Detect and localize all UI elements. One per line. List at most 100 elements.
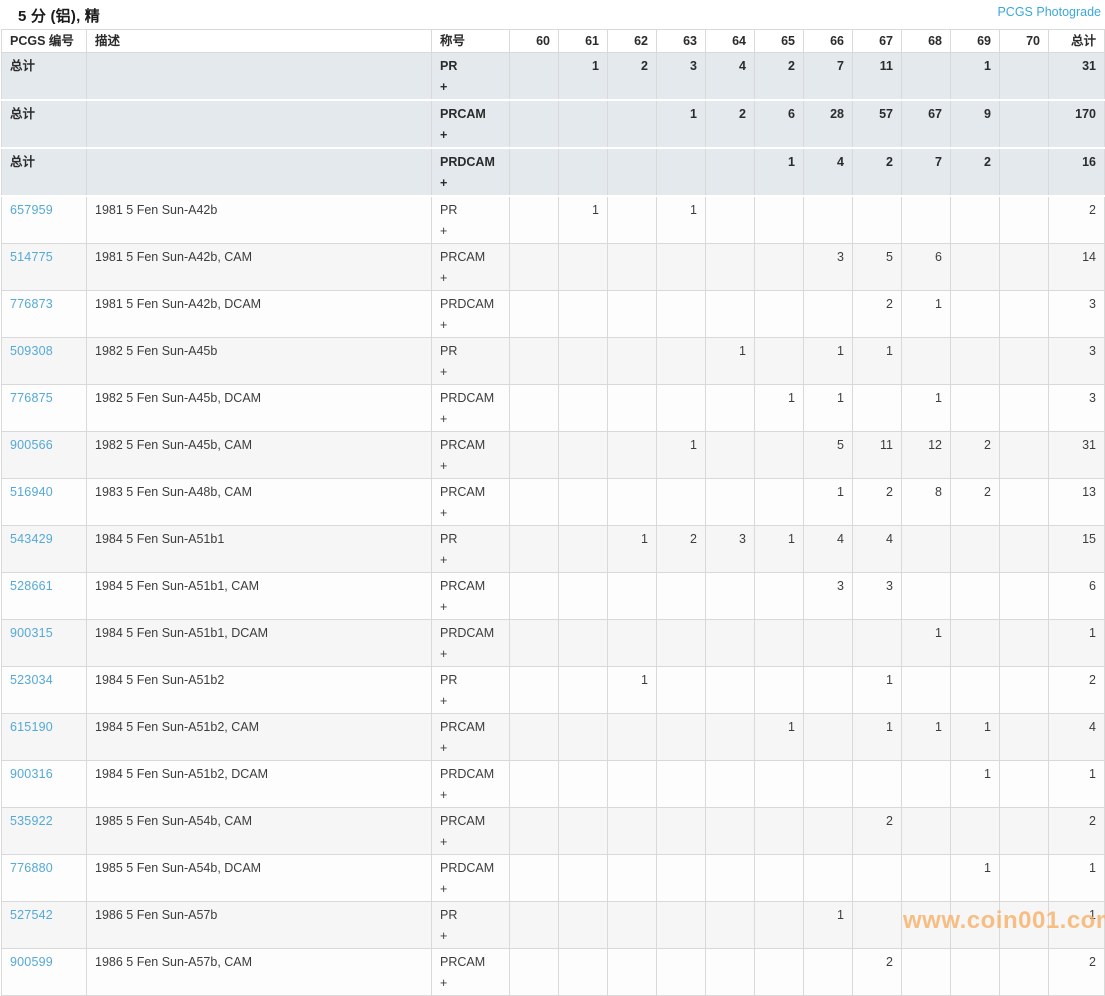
pcgs-number-link[interactable]: 514775 bbox=[10, 250, 53, 264]
description-cell: 1981 5 Fen Sun-A42b, CAM bbox=[87, 244, 432, 291]
grade-70-cell bbox=[1000, 573, 1049, 620]
pcgs-number-cell: 527542 bbox=[2, 902, 87, 949]
designation-cell: PRCAM+ bbox=[432, 714, 510, 761]
designation-cell: PRCAM+ bbox=[432, 100, 510, 148]
grade-64-cell: 4 bbox=[706, 53, 755, 101]
pcgs-number-cell: 900316 bbox=[2, 761, 87, 808]
grade-64-cell bbox=[706, 432, 755, 479]
total-cell: 1 bbox=[1049, 855, 1105, 902]
pcgs-number-link[interactable]: 523034 bbox=[10, 673, 53, 687]
description-cell: 1984 5 Fen Sun-A51b1, DCAM bbox=[87, 620, 432, 667]
grade-70-cell bbox=[1000, 526, 1049, 573]
grade-64-cell bbox=[706, 385, 755, 432]
page-title: 5 分 (铝), 精 bbox=[18, 5, 100, 26]
grade-69-cell bbox=[951, 949, 1000, 996]
col-header-grade-67: 67 bbox=[853, 30, 902, 53]
pcgs-number-link[interactable]: 535922 bbox=[10, 814, 53, 828]
grade-70-cell bbox=[1000, 244, 1049, 291]
table-row: 9005661982 5 Fen Sun-A45b, CAMPRCAM+1511… bbox=[2, 432, 1105, 479]
pcgs-photograde-link[interactable]: PCGS Photograde bbox=[997, 5, 1101, 19]
description-cell: 1986 5 Fen Sun-A57b bbox=[87, 902, 432, 949]
summary-total-label: 总计 bbox=[2, 53, 87, 101]
grade-60-cell bbox=[510, 53, 559, 101]
pcgs-number-cell: 535922 bbox=[2, 808, 87, 855]
col-header-grade-62: 62 bbox=[608, 30, 657, 53]
total-cell: 31 bbox=[1049, 432, 1105, 479]
grade-60-cell bbox=[510, 338, 559, 385]
grade-60-cell bbox=[510, 761, 559, 808]
grade-67-cell: 1 bbox=[853, 338, 902, 385]
total-cell: 2 bbox=[1049, 196, 1105, 244]
grade-61-cell: 1 bbox=[559, 196, 608, 244]
grade-63-cell bbox=[657, 620, 706, 667]
pcgs-number-link[interactable]: 900315 bbox=[10, 626, 53, 640]
grade-69-cell: 9 bbox=[951, 100, 1000, 148]
grade-61-cell bbox=[559, 667, 608, 714]
pcgs-number-link[interactable]: 528661 bbox=[10, 579, 53, 593]
grade-61-cell bbox=[559, 761, 608, 808]
description-cell: 1981 5 Fen Sun-A42b bbox=[87, 196, 432, 244]
grade-62-cell bbox=[608, 479, 657, 526]
grade-60-cell bbox=[510, 667, 559, 714]
total-cell: 170 bbox=[1049, 100, 1105, 148]
grade-66-cell bbox=[804, 196, 853, 244]
total-cell: 1 bbox=[1049, 902, 1105, 949]
table-row: 5359221985 5 Fen Sun-A54b, CAMPRCAM+22 bbox=[2, 808, 1105, 855]
total-cell: 2 bbox=[1049, 808, 1105, 855]
pcgs-number-cell: 615190 bbox=[2, 714, 87, 761]
grade-60-cell bbox=[510, 855, 559, 902]
col-header-pcgs-number: PCGS 编号 bbox=[2, 30, 87, 53]
grade-65-cell bbox=[755, 291, 804, 338]
grade-61-cell bbox=[559, 479, 608, 526]
pcgs-number-link[interactable]: 543429 bbox=[10, 532, 53, 546]
grade-66-cell: 4 bbox=[804, 148, 853, 196]
grade-67-cell: 5 bbox=[853, 244, 902, 291]
summary-row: 总计PRDCAM+1427216 bbox=[2, 148, 1105, 196]
grade-67-cell bbox=[853, 385, 902, 432]
grade-70-cell bbox=[1000, 902, 1049, 949]
total-cell: 13 bbox=[1049, 479, 1105, 526]
grade-70-cell bbox=[1000, 196, 1049, 244]
grade-64-cell bbox=[706, 902, 755, 949]
grade-68-cell bbox=[902, 902, 951, 949]
pcgs-number-link[interactable]: 900566 bbox=[10, 438, 53, 452]
pcgs-number-link[interactable]: 900316 bbox=[10, 767, 53, 781]
grade-69-cell: 1 bbox=[951, 855, 1000, 902]
grade-62-cell: 2 bbox=[608, 53, 657, 101]
description-cell bbox=[87, 148, 432, 196]
pcgs-number-link[interactable]: 657959 bbox=[10, 203, 53, 217]
col-header-grade-63: 63 bbox=[657, 30, 706, 53]
grade-65-cell: 1 bbox=[755, 714, 804, 761]
description-cell bbox=[87, 100, 432, 148]
grade-61-cell bbox=[559, 526, 608, 573]
total-cell: 15 bbox=[1049, 526, 1105, 573]
grade-64-cell: 2 bbox=[706, 100, 755, 148]
grade-69-cell bbox=[951, 244, 1000, 291]
pcgs-number-link[interactable]: 776873 bbox=[10, 297, 53, 311]
grade-70-cell bbox=[1000, 808, 1049, 855]
grade-65-cell bbox=[755, 479, 804, 526]
grade-64-cell bbox=[706, 620, 755, 667]
table-row: 9003151984 5 Fen Sun-A51b1, DCAMPRDCAM+1… bbox=[2, 620, 1105, 667]
grade-60-cell bbox=[510, 244, 559, 291]
grade-65-cell bbox=[755, 244, 804, 291]
pcgs-number-link[interactable]: 615190 bbox=[10, 720, 53, 734]
designation-cell: PRCAM+ bbox=[432, 808, 510, 855]
grade-64-cell bbox=[706, 949, 755, 996]
designation-cell: PRDCAM+ bbox=[432, 148, 510, 196]
pcgs-number-link[interactable]: 776880 bbox=[10, 861, 53, 875]
grade-70-cell bbox=[1000, 949, 1049, 996]
grade-65-cell: 1 bbox=[755, 526, 804, 573]
pcgs-number-link[interactable]: 509308 bbox=[10, 344, 53, 358]
pcgs-number-link[interactable]: 527542 bbox=[10, 908, 53, 922]
grade-65-cell bbox=[755, 620, 804, 667]
grade-61-cell bbox=[559, 902, 608, 949]
grade-65-cell bbox=[755, 949, 804, 996]
pcgs-number-link[interactable]: 776875 bbox=[10, 391, 53, 405]
grade-65-cell bbox=[755, 432, 804, 479]
grade-61-cell bbox=[559, 338, 608, 385]
col-header-description: 描述 bbox=[87, 30, 432, 53]
pcgs-number-link[interactable]: 516940 bbox=[10, 485, 53, 499]
grade-67-cell: 2 bbox=[853, 949, 902, 996]
pcgs-number-link[interactable]: 900599 bbox=[10, 955, 53, 969]
